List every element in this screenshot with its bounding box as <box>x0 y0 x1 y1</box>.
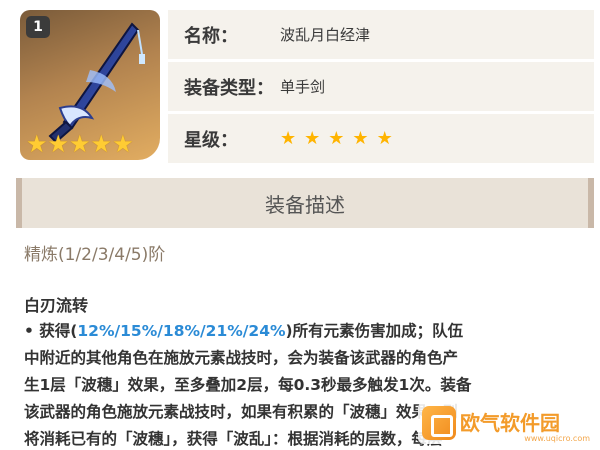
type-label: 装备类型： <box>184 77 274 99</box>
weapon-thumbnail: 1 ★ ★ ★ ★ ★ <box>20 10 160 160</box>
type-row: 装备类型： 单手剑 <box>168 62 594 111</box>
name-value: 波乱月白经津 <box>280 26 371 44</box>
description-line: • 获得(12%/15%/18%/21%/24%)所有元素伤害加成；队伍 <box>24 318 592 345</box>
description-line: 中附近的其他角色在施放元素战技时，会为装备该武器的角色产 <box>24 349 459 367</box>
name-label: 名称： <box>184 25 238 47</box>
skill-name: 白刃流转 <box>24 296 89 315</box>
description-section-header: 装备描述 <box>16 178 594 228</box>
description-line: 生1层「波穗」效果，至多叠加2层，每0.3秒最多触发1次。装备 <box>24 376 472 394</box>
star-icon: ★ <box>26 130 48 158</box>
star-icon: ★ <box>328 128 345 149</box>
watermark-url: www.uqicro.com <box>524 434 590 443</box>
star-icon: ★ <box>352 128 369 149</box>
description-text: )所有元素伤害加成；队伍 <box>285 322 464 340</box>
name-row: 名称： 波乱月白经津 <box>168 10 594 59</box>
star-icon: ★ <box>304 128 321 149</box>
site-watermark: 欧气软件园 www.uqicro.com <box>418 402 596 444</box>
rarity-stars: ★ ★ ★ ★ ★ <box>280 128 393 149</box>
star-icon: ★ <box>112 130 134 158</box>
section-title: 装备描述 <box>265 192 345 217</box>
star-icon: ★ <box>69 130 91 158</box>
refinement-level: 精炼(1/2/3/4/5)阶 <box>24 245 166 265</box>
weapon-info-table: 名称： 波乱月白经津 装备类型： 单手剑 星级： ★ ★ ★ ★ ★ <box>168 6 594 163</box>
star-icon: ★ <box>90 130 113 158</box>
rarity-row: 星级： ★ ★ ★ ★ ★ <box>168 114 594 163</box>
description-text: • 获得( <box>24 322 78 340</box>
thumbnail-stars: ★ ★ ★ ★ ★ <box>26 132 156 156</box>
rarity-label: 星级： <box>184 129 238 151</box>
star-icon: ★ <box>47 130 70 158</box>
star-icon: ★ <box>280 128 297 149</box>
weapon-header: 1 ★ ★ ★ ★ ★ 名称： 波乱月白经津 装备类型： 单手剑 星级： ★ ★… <box>16 6 594 163</box>
type-value: 单手剑 <box>280 78 326 96</box>
site-logo-icon <box>422 406 456 440</box>
watermark-text: 欧气软件园 <box>460 411 560 435</box>
star-icon: ★ <box>376 128 393 149</box>
scaling-values: 12%/15%/18%/21%/24% <box>77 322 286 340</box>
